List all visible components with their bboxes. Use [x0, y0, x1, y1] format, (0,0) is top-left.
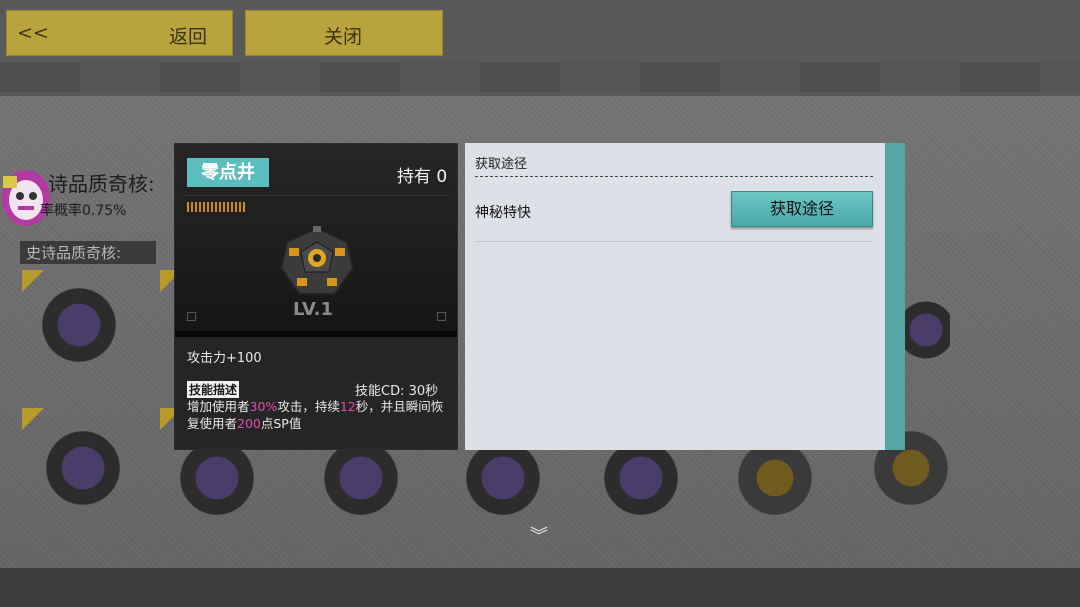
skill-tag: 技能描述	[187, 381, 240, 398]
barcode-decoration	[187, 202, 245, 212]
rarity-title: 诗品质奇核:	[48, 172, 155, 196]
core-name: 零点井	[187, 158, 269, 187]
core-item[interactable]	[172, 438, 262, 518]
core-item[interactable]	[596, 438, 686, 518]
skill-cooldown: 技能CD: 30秒	[355, 384, 439, 399]
panel-title: 获取途径	[475, 157, 528, 172]
card-details: 攻击力+100 技能描述 技能CD: 30秒 增加使用者30%攻击，持续12秒，…	[175, 337, 457, 449]
back-label: 返回	[169, 26, 208, 48]
card-header: 零点井 持有 0 LV.1	[175, 144, 457, 331]
core-item[interactable]	[316, 438, 406, 518]
attack-stat: 攻击力+100	[187, 351, 262, 366]
back-arrow-icon: <<	[17, 22, 49, 44]
core-item[interactable]	[902, 290, 950, 370]
core-item[interactable]	[458, 438, 548, 518]
core-detail-card: 零点井 持有 0 LV.1 攻击力+100 技能描述 技能CD: 30秒 增加使…	[174, 143, 458, 450]
close-button[interactable]: 关闭	[245, 10, 443, 56]
back-button[interactable]: << 返回	[6, 10, 233, 56]
core-level: LV.1	[293, 299, 333, 320]
acquisition-panel: 获取途径 神秘特快 获取途径	[465, 143, 885, 450]
source-label: 神秘特快	[475, 205, 531, 221]
owned-count: 持有 0	[397, 167, 448, 187]
chevron-double-down-icon[interactable]: ︾	[530, 528, 548, 546]
section-label: 史诗品质奇核:	[20, 241, 156, 264]
panel-accent-stripe	[885, 143, 905, 450]
core-item[interactable]	[38, 428, 128, 508]
core-orb-icon	[273, 222, 361, 302]
corner-marker	[22, 408, 44, 430]
close-label: 关闭	[324, 26, 363, 48]
core-item[interactable]	[34, 285, 124, 365]
bottom-bar	[0, 568, 1080, 607]
skill-description: 增加使用者30%攻击，持续12秒，并且瞬间恢复使用者200点SP值	[187, 399, 444, 431]
rarity-probability: 率概率0.75%	[40, 203, 127, 219]
get-source-button[interactable]: 获取途径	[731, 191, 873, 227]
core-item[interactable]	[730, 438, 820, 518]
